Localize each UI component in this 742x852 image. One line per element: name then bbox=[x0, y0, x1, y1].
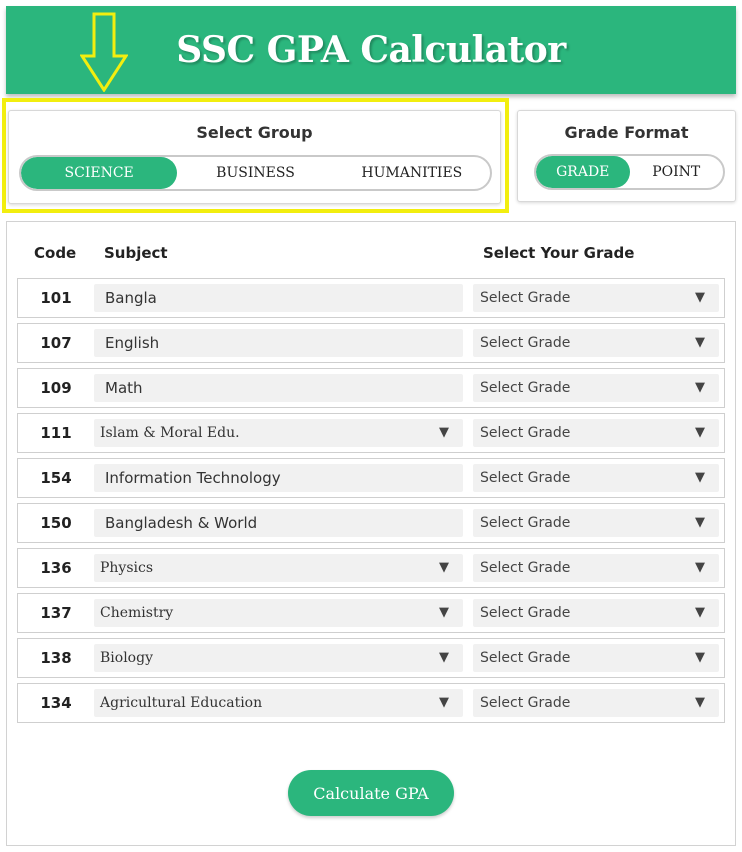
subject-code: 150 bbox=[40, 514, 72, 532]
subject-code: 111 bbox=[40, 424, 72, 442]
chevron-down-icon: ▼ bbox=[695, 290, 705, 305]
subject-select[interactable]: Physics ▼ bbox=[94, 554, 463, 582]
chevron-down-icon: ▼ bbox=[439, 560, 449, 575]
table-row: 138 Biology ▼ Select Grade ▼ bbox=[17, 638, 725, 678]
chevron-down-icon: ▼ bbox=[439, 695, 449, 710]
grade-select[interactable]: Select Grade ▼ bbox=[473, 509, 719, 537]
grade-select[interactable]: Select Grade ▼ bbox=[473, 374, 719, 402]
subject-field[interactable]: Bangla bbox=[94, 284, 463, 312]
subject-name: Math bbox=[105, 379, 143, 397]
chevron-down-icon: ▼ bbox=[439, 425, 449, 440]
subject-select[interactable]: Agricultural Education ▼ bbox=[94, 689, 463, 717]
chevron-down-icon: ▼ bbox=[695, 470, 705, 485]
calculate-gpa-button[interactable]: Calculate GPA bbox=[288, 770, 454, 816]
grade-column-header: Select Your Grade bbox=[483, 244, 635, 262]
subject-name: Agricultural Education bbox=[100, 695, 263, 711]
chevron-down-icon: ▼ bbox=[439, 650, 449, 665]
table-row: 109 Math Select Grade ▼ bbox=[17, 368, 725, 408]
code-column-header: Code bbox=[34, 244, 77, 262]
chevron-down-icon: ▼ bbox=[695, 425, 705, 440]
table-row: 134 Agricultural Education ▼ Select Grade ▼ bbox=[17, 683, 725, 723]
table-row: 150 Bangladesh & World Select Grade ▼ bbox=[17, 503, 725, 543]
grade-select-label: Select Grade bbox=[480, 515, 571, 531]
grade-select-label: Select Grade bbox=[480, 380, 571, 396]
chevron-down-icon: ▼ bbox=[695, 650, 705, 665]
subject-name: Bangla bbox=[105, 289, 157, 307]
grade-format-card: Grade Format GRADE POINT bbox=[517, 110, 736, 202]
subject-field[interactable]: English bbox=[94, 329, 463, 357]
table-row: 154 Information Technology Select Grade ▼ bbox=[17, 458, 725, 498]
subject-name: English bbox=[105, 334, 160, 352]
group-option-humanities[interactable]: HUMANITIES bbox=[334, 157, 490, 189]
grade-select-label: Select Grade bbox=[480, 560, 571, 576]
subject-field[interactable]: Information Technology bbox=[94, 464, 463, 492]
subject-code: 107 bbox=[40, 334, 72, 352]
group-option-business[interactable]: BUSINESS bbox=[177, 157, 333, 189]
grade-format-title: Grade Format bbox=[564, 123, 689, 142]
subjects-table: Code Subject Select Your Grade 101 Bangla… bbox=[6, 221, 736, 846]
subject-code: 134 bbox=[40, 694, 72, 712]
grade-select[interactable]: Select Grade ▼ bbox=[473, 419, 719, 447]
subject-name: Physics bbox=[100, 560, 154, 576]
subject-column-header: Subject bbox=[104, 244, 168, 262]
grade-select[interactable]: Select Grade ▼ bbox=[473, 599, 719, 627]
subject-field[interactable]: Bangladesh & World bbox=[94, 509, 463, 537]
grade-select-label: Select Grade bbox=[480, 290, 571, 306]
subject-select[interactable]: Islam & Moral Edu. ▼ bbox=[94, 419, 463, 447]
subject-code: 138 bbox=[40, 649, 72, 667]
grade-select-label: Select Grade bbox=[480, 695, 571, 711]
grade-select-label: Select Grade bbox=[480, 335, 571, 351]
grade-select-label: Select Grade bbox=[480, 650, 571, 666]
group-option-science[interactable]: SCIENCE bbox=[21, 157, 178, 189]
chevron-down-icon: ▼ bbox=[439, 605, 449, 620]
subject-code: 101 bbox=[40, 289, 72, 307]
grade-select-label: Select Grade bbox=[480, 605, 571, 621]
table-row: 107 English Select Grade ▼ bbox=[17, 323, 725, 363]
grade-select[interactable]: Select Grade ▼ bbox=[473, 554, 719, 582]
subject-name: Biology bbox=[100, 650, 153, 666]
chevron-down-icon: ▼ bbox=[695, 515, 705, 530]
grade-select[interactable]: Select Grade ▼ bbox=[473, 464, 719, 492]
format-option-point[interactable]: POINT bbox=[630, 156, 724, 188]
subject-name: Information Technology bbox=[105, 469, 281, 487]
grade-select[interactable]: Select Grade ▼ bbox=[473, 329, 719, 357]
table-row: 137 Chemistry ▼ Select Grade ▼ bbox=[17, 593, 725, 633]
select-group-title: Select Group bbox=[196, 123, 313, 142]
subject-name: Chemistry bbox=[100, 605, 174, 621]
subject-code: 154 bbox=[40, 469, 72, 487]
grade-select-label: Select Grade bbox=[480, 470, 571, 486]
chevron-down-icon: ▼ bbox=[695, 695, 705, 710]
group-toggle: SCIENCE BUSINESS HUMANITIES bbox=[19, 155, 492, 191]
down-arrow-icon bbox=[80, 12, 128, 92]
table-row: 136 Physics ▼ Select Grade ▼ bbox=[17, 548, 725, 588]
grade-select[interactable]: Select Grade ▼ bbox=[473, 284, 719, 312]
grade-select[interactable]: Select Grade ▼ bbox=[473, 689, 719, 717]
subject-select[interactable]: Biology ▼ bbox=[94, 644, 463, 672]
page-title: SSC GPA Calculator bbox=[176, 29, 566, 71]
select-group-card: Select Group SCIENCE BUSINESS HUMANITIES bbox=[8, 110, 501, 204]
subject-select[interactable]: Chemistry ▼ bbox=[94, 599, 463, 627]
grade-select[interactable]: Select Grade ▼ bbox=[473, 644, 719, 672]
format-toggle: GRADE POINT bbox=[534, 154, 725, 190]
subject-field[interactable]: Math bbox=[94, 374, 463, 402]
table-row: 101 Bangla Select Grade ▼ bbox=[17, 278, 725, 318]
grade-select-label: Select Grade bbox=[480, 425, 571, 441]
subject-code: 137 bbox=[40, 604, 72, 622]
chevron-down-icon: ▼ bbox=[695, 380, 705, 395]
subject-code: 136 bbox=[40, 559, 72, 577]
chevron-down-icon: ▼ bbox=[695, 605, 705, 620]
subject-name: Bangladesh & World bbox=[105, 514, 258, 532]
chevron-down-icon: ▼ bbox=[695, 560, 705, 575]
chevron-down-icon: ▼ bbox=[695, 335, 705, 350]
format-option-grade[interactable]: GRADE bbox=[536, 156, 630, 188]
table-row: 111 Islam & Moral Edu. ▼ Select Grade ▼ bbox=[17, 413, 725, 453]
subject-code: 109 bbox=[40, 379, 72, 397]
subject-name: Islam & Moral Edu. bbox=[100, 425, 240, 441]
